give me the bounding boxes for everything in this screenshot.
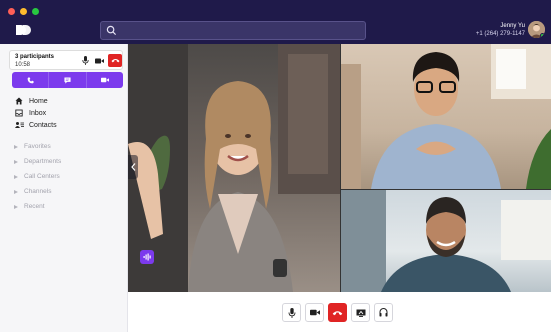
active-call-card[interactable]: 3 participants 10:58: [9, 50, 123, 70]
video-grid: [128, 44, 551, 292]
caret-right-icon: [14, 174, 18, 179]
minimize-window-button[interactable]: [20, 8, 27, 15]
participants-label: 3 participants: [15, 54, 55, 60]
nav-item-inbox[interactable]: Inbox: [14, 107, 57, 119]
group-label: Favorites: [24, 143, 51, 150]
mute-button[interactable]: [282, 303, 301, 322]
participant-video-main[interactable]: [128, 44, 340, 292]
online-status-indicator: [540, 33, 545, 38]
participant-video-top-right[interactable]: [341, 44, 551, 189]
group-label: Recent: [24, 203, 45, 210]
participant-man-beard-image: [341, 190, 551, 292]
nav-label: Inbox: [29, 109, 47, 117]
phone-icon: [27, 76, 34, 83]
hangup-button[interactable]: [328, 303, 347, 322]
hangup-icon: [332, 310, 343, 315]
call-timer: 10:58: [15, 62, 31, 68]
contacts-icon: [14, 121, 24, 129]
close-window-button[interactable]: [8, 8, 15, 15]
screen-share-button[interactable]: [351, 303, 370, 322]
search-icon: [106, 25, 117, 36]
group-label: Call Centers: [24, 173, 60, 180]
top-bar: Jenny Yu +1 (264) 279-1147: [0, 0, 551, 44]
sidebar: 3 participants 10:58 Home Inbox Contacts…: [0, 44, 128, 332]
collapse-sidebar-button[interactable]: [128, 155, 138, 179]
speaking-indicator: [140, 250, 154, 264]
quick-call-button[interactable]: [12, 72, 50, 88]
call-video-button[interactable]: [94, 55, 105, 66]
search-input[interactable]: [121, 24, 361, 38]
user-name: Jenny Yu: [500, 23, 525, 29]
call-controls: [282, 303, 393, 322]
sidebar-groups: Favorites Departments Call Centers Chann…: [14, 139, 61, 214]
user-avatar[interactable]: [528, 21, 545, 38]
toggle-video-button[interactable]: [305, 303, 324, 322]
participant-video-bottom-right[interactable]: [341, 190, 551, 292]
quick-message-button[interactable]: [49, 72, 87, 88]
user-phone: +1 (264) 279-1147: [475, 31, 525, 37]
audio-wave-icon: [143, 253, 151, 261]
inbox-icon: [14, 109, 24, 117]
audio-settings-button[interactable]: [374, 303, 393, 322]
group-departments[interactable]: Departments: [14, 154, 61, 169]
user-info[interactable]: Jenny Yu +1 (264) 279-1147: [476, 22, 525, 38]
group-label: Channels: [24, 188, 52, 195]
nav-item-home[interactable]: Home: [14, 95, 57, 107]
main-nav: Home Inbox Contacts: [14, 95, 57, 131]
caret-right-icon: [14, 144, 18, 149]
dialpad-logo-icon: [16, 25, 31, 35]
nav-label: Home: [29, 97, 48, 105]
video-icon: [100, 77, 109, 83]
participant-man-glasses-image: [341, 44, 551, 189]
chevron-left-icon: [130, 163, 135, 171]
group-call-centers[interactable]: Call Centers: [14, 169, 61, 184]
caret-right-icon: [14, 189, 18, 194]
home-icon: [14, 97, 24, 105]
caret-right-icon: [14, 204, 18, 209]
window-controls: [8, 8, 39, 15]
nav-label: Contacts: [29, 121, 57, 129]
search-bar[interactable]: [100, 21, 366, 40]
call-hangup-button[interactable]: [108, 54, 122, 67]
call-controls-bar: [128, 292, 551, 332]
message-icon: [64, 76, 71, 84]
group-label: Departments: [24, 158, 62, 165]
mic-icon: [288, 307, 295, 318]
headset-icon: [379, 308, 388, 317]
group-recent[interactable]: Recent: [14, 199, 61, 214]
group-channels[interactable]: Channels: [14, 184, 61, 199]
participant-woman-image: [128, 44, 340, 292]
maximize-window-button[interactable]: [32, 8, 39, 15]
caret-right-icon: [14, 159, 18, 164]
app-window: Jenny Yu +1 (264) 279-1147 3 participant…: [0, 0, 551, 332]
video-icon: [309, 309, 320, 316]
screen-share-icon: [356, 309, 365, 317]
quick-video-button[interactable]: [87, 72, 123, 88]
group-favorites[interactable]: Favorites: [14, 139, 61, 154]
video-icon: [95, 58, 104, 63]
mic-icon: [82, 56, 89, 65]
hangup-icon: [111, 59, 119, 63]
call-mute-button[interactable]: [80, 55, 91, 66]
quick-actions-bar: [12, 72, 123, 88]
nav-item-contacts[interactable]: Contacts: [14, 119, 57, 131]
